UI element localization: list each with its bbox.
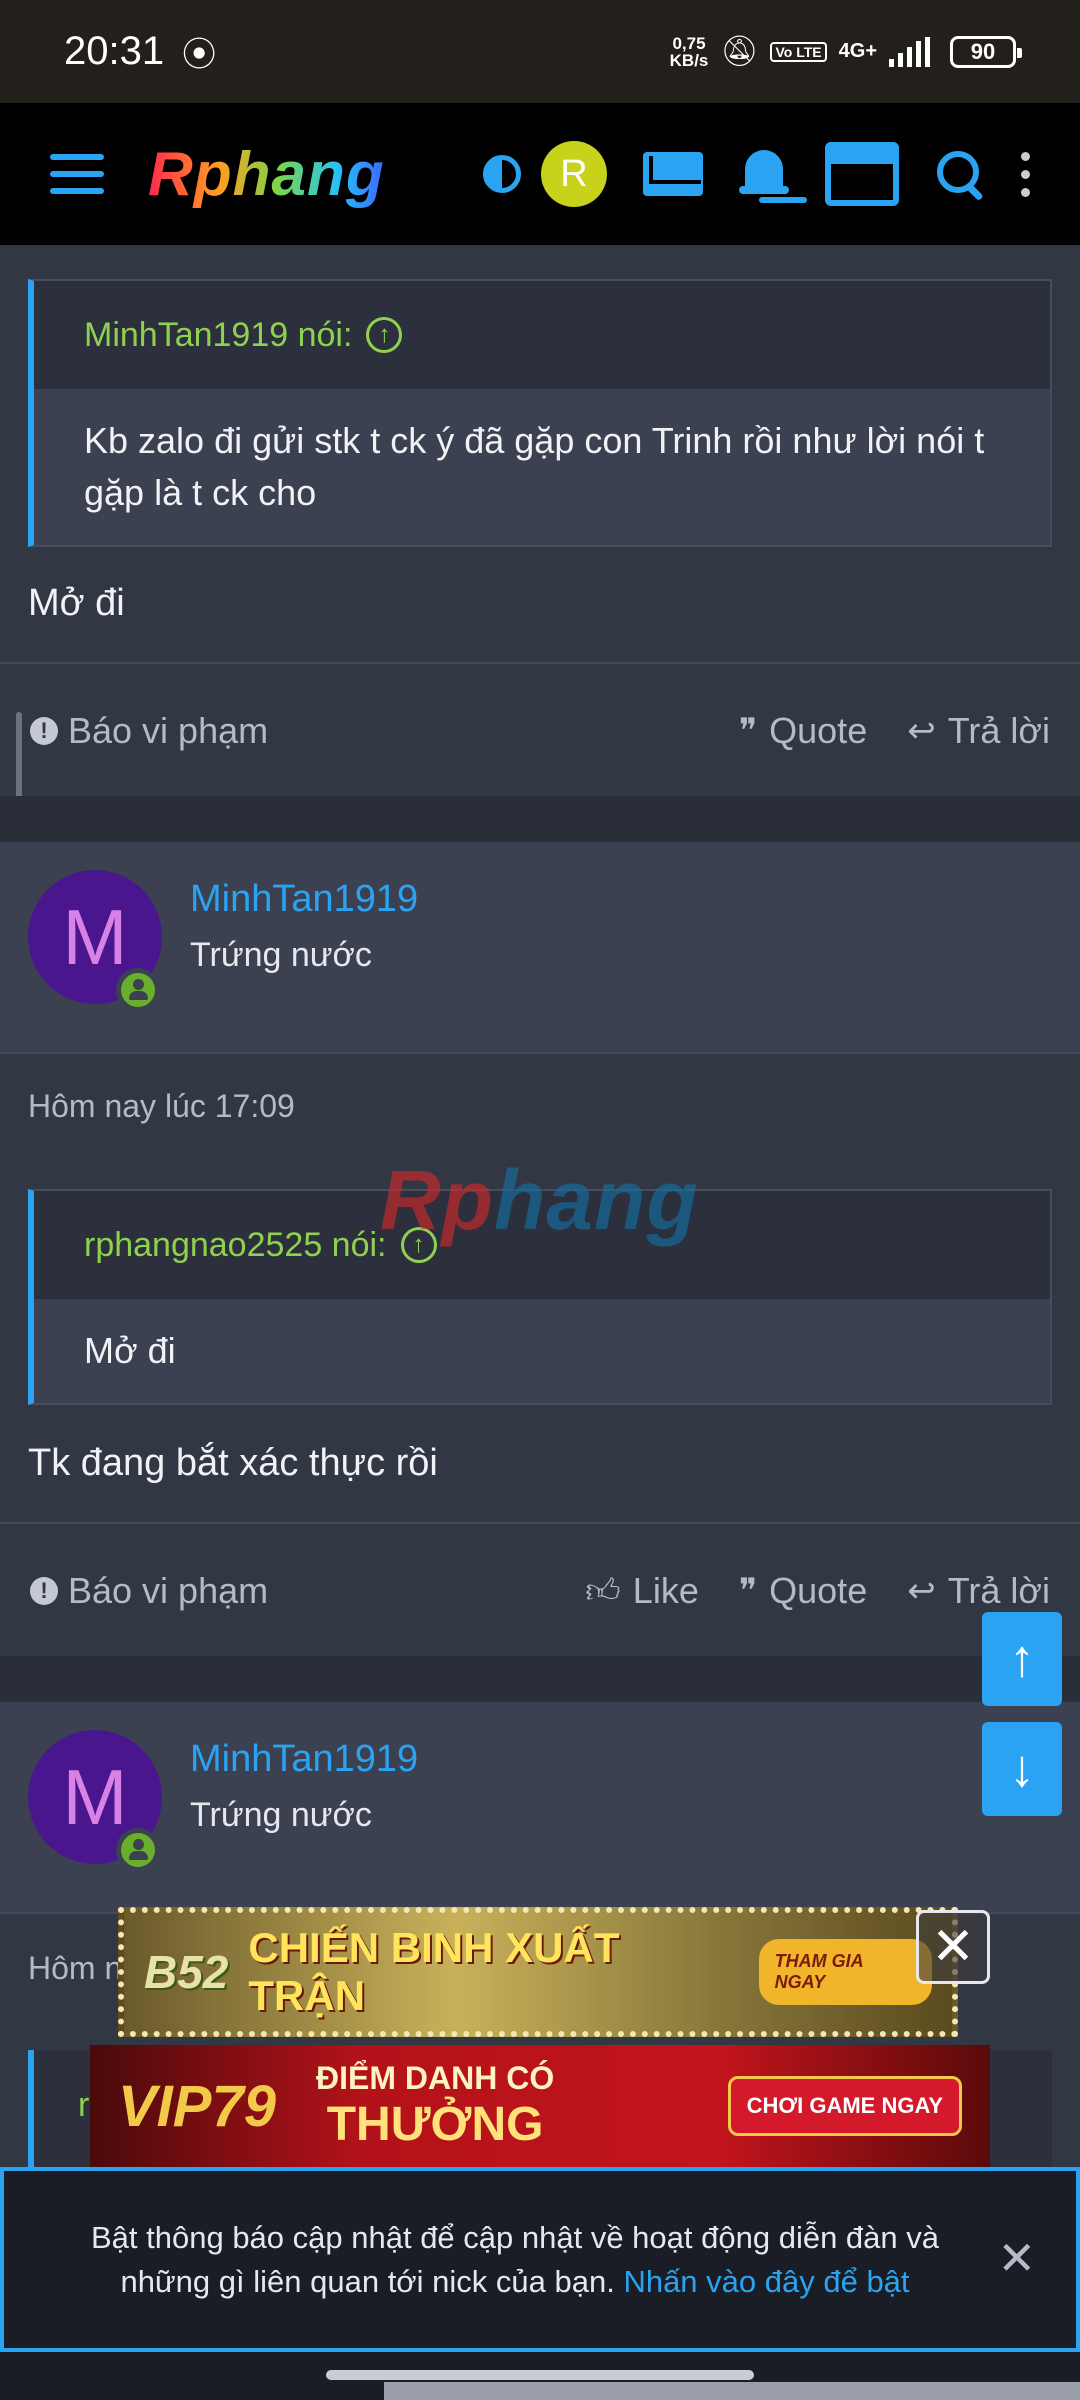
close-icon[interactable]: ✕ — [997, 2231, 1036, 2285]
app-header: Rphang R — [0, 103, 1080, 245]
ad-headline-line1: ĐIỂM DANH CÓ — [316, 2060, 555, 2096]
site-watermark: Rphang — [380, 1153, 699, 1247]
network-type: 4G+ — [838, 40, 877, 62]
quote-button[interactable]: ❞ Quote — [739, 710, 867, 752]
mail-icon[interactable] — [643, 152, 703, 196]
battery-icon: 90 — [950, 35, 1022, 68]
quote-author[interactable]: rphangnao2525 nói: — [84, 1226, 387, 1265]
push-notification-prompt: Bật thông báo cập nhật để cập nhật về ho… — [0, 2167, 1080, 2352]
exclamation-icon: ! — [30, 717, 58, 745]
notification-prompt-text: Bật thông báo cập nhật để cập nhật về ho… — [64, 2216, 966, 2304]
post-separator — [0, 796, 1080, 842]
reply-button[interactable]: ↩ Trả lời — [907, 710, 1050, 752]
quote-header[interactable]: MinhTan1919 nói: ↑ — [34, 281, 1050, 389]
post-actions: ! Báo vi phạm 👍︎ Like ❞ Quote ↩ Trả lời — [0, 1546, 1080, 1636]
ad-banner-b52[interactable]: B52 CHIẾN BINH XUẤT TRẬN THAM GIA NGAY — [118, 1907, 958, 2037]
ad-cta-button[interactable]: THAM GIA NGAY — [758, 1939, 932, 2005]
search-icon[interactable] — [935, 149, 985, 199]
report-label: Báo vi phạm — [68, 710, 269, 751]
menu-icon[interactable] — [50, 154, 104, 194]
network-speed-unit: KB/s — [669, 50, 709, 70]
post-actions: ! Báo vi phạm ❞ Quote ↩ Trả lời — [0, 686, 1080, 776]
ad-brand: B52 — [144, 1946, 229, 1998]
quote-author[interactable]: r — [78, 2086, 89, 2125]
post-message: Tk đang bắt xác thực rồi — [28, 1442, 438, 1484]
reply-icon: ↩ — [907, 1572, 936, 1610]
post-user-block: M MinhTan1919 Trứng nước — [0, 1702, 1080, 1912]
close-icon: ✕ — [931, 1918, 975, 1976]
battery-level: 90 — [970, 38, 996, 64]
ad-headline: CHIẾN BINH XUẤT TRẬN — [248, 1924, 620, 2019]
ad-brand: VIP79 — [118, 2073, 276, 2139]
ad-headline-line2: THƯỞNG — [326, 2098, 544, 2151]
network-speed: 0,75 KB/s — [670, 35, 709, 69]
quote-button[interactable]: ❞ Quote — [739, 1570, 867, 1612]
more-options-icon[interactable] — [1021, 151, 1030, 197]
cast-icon: ⦿ — [182, 36, 217, 74]
store-icon[interactable] — [825, 142, 899, 206]
quote-text: Kb zalo đi gửi stk t ck ý đã gặp con Tri… — [84, 420, 985, 513]
divider — [0, 1052, 1080, 1054]
signal-icon — [889, 36, 930, 67]
enable-notifications-link[interactable]: Nhấn vào đây để bật — [623, 2264, 909, 2299]
status-bar: 20:31 ⦿ 0,75 KB/s 🔕︎ Vo LTE 4G+ 90 — [0, 0, 1080, 103]
site-logo[interactable]: Rphang — [148, 139, 385, 210]
post-separator — [0, 1656, 1080, 1702]
bell-off-icon: 🔕︎ — [720, 35, 759, 68]
report-button[interactable]: ! Báo vi phạm — [30, 710, 268, 752]
like-label: Like — [632, 1570, 699, 1611]
volte-icon: Vo LTE — [770, 41, 827, 62]
ad-headline: ĐIỂM DANH CÓ THƯỞNG — [316, 2060, 554, 2152]
quote-label: Quote — [769, 710, 868, 751]
system-nav-bar — [0, 2352, 1080, 2400]
scroll-top-button[interactable]: ↑ — [982, 1612, 1062, 1706]
divider — [0, 1522, 1080, 1524]
online-status-icon — [116, 968, 160, 1012]
notification-bell-icon[interactable] — [739, 146, 789, 202]
quote-icon: ❞ — [738, 1572, 758, 1610]
post-message: Mở đi — [28, 582, 125, 624]
report-button[interactable]: ! Báo vi phạm — [30, 1570, 268, 1612]
user-avatar[interactable]: R — [541, 141, 607, 207]
quote-author[interactable]: MinhTan1919 nói: — [84, 316, 352, 355]
username-link[interactable]: MinhTan1919 — [190, 878, 418, 921]
scroll-bottom-button[interactable]: ↓ — [982, 1722, 1062, 1816]
post-timestamp[interactable]: Hôm nay lúc 17:09 — [28, 1088, 295, 1125]
report-label: Báo vi phạm — [68, 1570, 269, 1611]
reply-button[interactable]: ↩ Trả lời — [907, 1570, 1050, 1612]
ad-cta-button[interactable]: CHƠI GAME NGAY — [727, 2076, 962, 2136]
reply-label: Trả lời — [947, 710, 1050, 751]
post-user-block: M MinhTan1919 Trứng nước — [0, 842, 1080, 1052]
username-link[interactable]: MinhTan1919 — [190, 1738, 418, 1781]
divider — [0, 662, 1080, 664]
quote-icon: ❞ — [738, 712, 758, 750]
close-ad-button[interactable]: ✕ — [916, 1910, 990, 1984]
quote-label: Quote — [769, 1570, 868, 1611]
quote-block: MinhTan1919 nói: ↑ Kb zalo đi gửi stk t … — [28, 279, 1052, 547]
nav-bar-overlay — [384, 2382, 1080, 2400]
post-timestamp[interactable]: Hôm n — [28, 1950, 122, 1987]
user-title: Trứng nước — [190, 1796, 372, 1834]
exclamation-icon: ! — [30, 1577, 58, 1605]
reply-label: Trả lời — [947, 1570, 1050, 1611]
reply-icon: ↩ — [907, 712, 936, 750]
network-speed-value: 0,75 — [672, 33, 706, 53]
theme-toggle-icon[interactable] — [483, 155, 521, 193]
thumbs-up-icon: 👍︎ — [585, 1571, 621, 1610]
arrow-up-icon: ↑ — [1009, 1630, 1035, 1688]
arrow-up-circle-icon[interactable]: ↑ — [366, 317, 403, 353]
status-icons: 0,75 KB/s 🔕︎ Vo LTE 4G+ 90 — [670, 34, 1022, 69]
arrow-down-icon: ↓ — [1009, 1740, 1035, 1798]
user-title: Trứng nước — [190, 936, 372, 974]
header-actions: R — [483, 141, 1030, 207]
status-time: 20:31 — [64, 29, 165, 73]
online-status-icon — [116, 1828, 160, 1872]
home-gesture-bar[interactable] — [326, 2370, 754, 2380]
quote-text: Mở đi — [84, 1330, 176, 1371]
like-button[interactable]: 👍︎ Like — [585, 1570, 699, 1612]
ad-banner-vip79[interactable]: VIP79 ĐIỂM DANH CÓ THƯỞNG CHƠI GAME NGAY — [90, 2045, 990, 2167]
